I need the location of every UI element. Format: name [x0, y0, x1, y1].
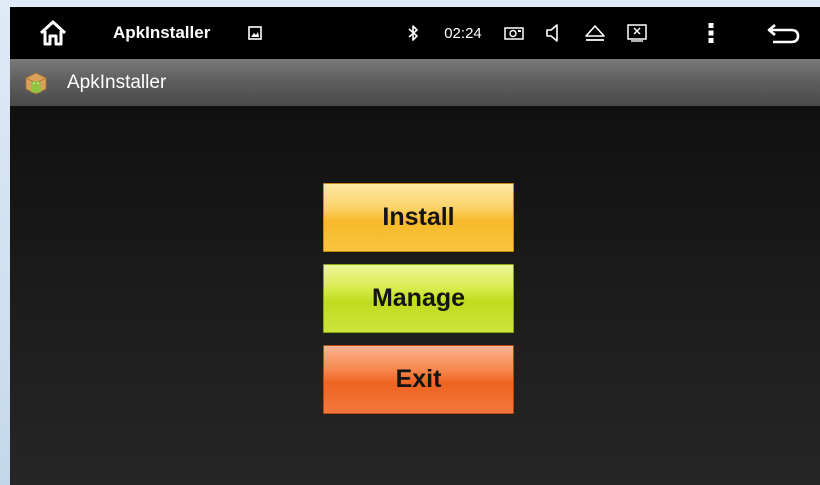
status-app-name: ApkInstaller [113, 23, 211, 42]
exit-button[interactable]: Exit [323, 345, 514, 414]
more-vert-icon[interactable] [700, 7, 722, 59]
install-button[interactable]: Install [323, 183, 514, 252]
back-icon[interactable] [762, 7, 804, 59]
eject-icon[interactable] [582, 7, 608, 59]
apk-package-icon [23, 70, 49, 96]
screen: ApkInstaller 02:24 ApkInstaller Install … [10, 7, 820, 485]
main-content: Install Manage Exit [10, 106, 820, 485]
image-icon [245, 7, 265, 59]
volume-icon[interactable] [541, 7, 565, 59]
manage-button[interactable]: Manage [323, 264, 514, 333]
action-bar-title: ApkInstaller [67, 71, 167, 93]
home-icon[interactable] [33, 7, 73, 59]
status-bar: ApkInstaller 02:24 [10, 7, 820, 59]
bluetooth-icon [403, 7, 423, 59]
action-bar: ApkInstaller [10, 59, 820, 106]
close-box-icon[interactable] [624, 7, 650, 59]
status-time: 02:24 [444, 24, 482, 42]
camera-icon[interactable] [502, 7, 526, 59]
